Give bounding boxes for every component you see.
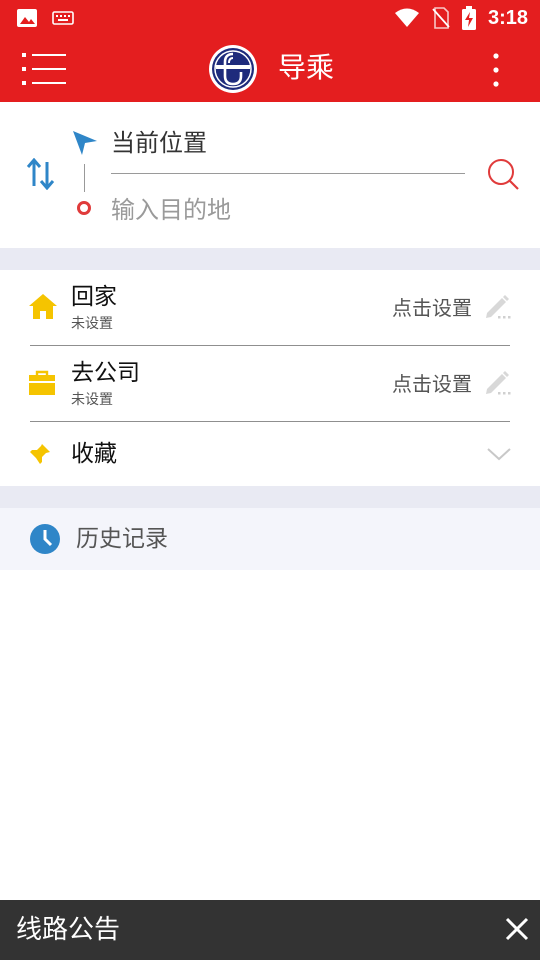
place-row-company[interactable]: 去公司 未设置 点击设置 — [0, 346, 540, 422]
clock-icon — [30, 524, 60, 554]
image-icon — [17, 9, 37, 27]
more-options-icon[interactable] — [484, 50, 508, 90]
place-status-company: 未设置 — [71, 392, 113, 408]
chevron-down-icon[interactable] — [486, 446, 512, 462]
wifi-icon — [394, 8, 419, 27]
menu-icon[interactable] — [22, 52, 66, 86]
search-icon[interactable] — [486, 158, 520, 192]
set-company-button[interactable]: 点击设置 — [392, 370, 472, 398]
route-notice-bar[interactable]: 线路公告 — [0, 900, 540, 960]
no-sim-icon — [432, 7, 450, 29]
app-logo — [209, 45, 257, 93]
place-status-home: 未设置 — [71, 316, 113, 332]
origin-input[interactable]: 当前位置 — [111, 122, 465, 174]
close-icon[interactable] — [504, 916, 530, 942]
briefcase-icon — [29, 370, 55, 395]
history-label: 历史记录 — [76, 526, 168, 552]
favorites-label: 收藏 — [71, 441, 117, 467]
place-name-company: 去公司 — [71, 360, 140, 386]
pin-icon — [30, 444, 50, 464]
destination-dot-icon — [77, 201, 91, 215]
history-row[interactable]: 历史记录 — [0, 508, 540, 570]
route-connector-line — [84, 164, 85, 192]
status-time: 3:18 — [487, 6, 528, 29]
set-home-button[interactable]: 点击设置 — [392, 294, 472, 322]
favorites-row[interactable]: 收藏 — [0, 422, 540, 485]
route-notice-label: 线路公告 — [16, 915, 121, 945]
edit-pencil-icon[interactable] — [484, 368, 512, 396]
app-bar: 导乘 — [0, 36, 540, 102]
app-title: 导乘 — [278, 51, 335, 84]
place-name-home: 回家 — [71, 284, 117, 310]
home-icon — [29, 294, 57, 319]
battery-charging-icon — [461, 6, 476, 30]
swap-direction-icon[interactable] — [26, 158, 56, 190]
edit-pencil-icon[interactable] — [484, 292, 512, 320]
keyboard-icon — [52, 11, 74, 25]
section-divider — [0, 486, 540, 508]
route-input-panel: 当前位置 输入目的地 — [0, 102, 540, 248]
destination-input[interactable]: 输入目的地 — [111, 188, 465, 232]
current-location-arrow-icon — [73, 131, 97, 155]
section-divider — [0, 248, 540, 270]
status-bar: 3:18 — [0, 0, 540, 36]
place-row-home[interactable]: 回家 未设置 点击设置 — [0, 270, 540, 346]
